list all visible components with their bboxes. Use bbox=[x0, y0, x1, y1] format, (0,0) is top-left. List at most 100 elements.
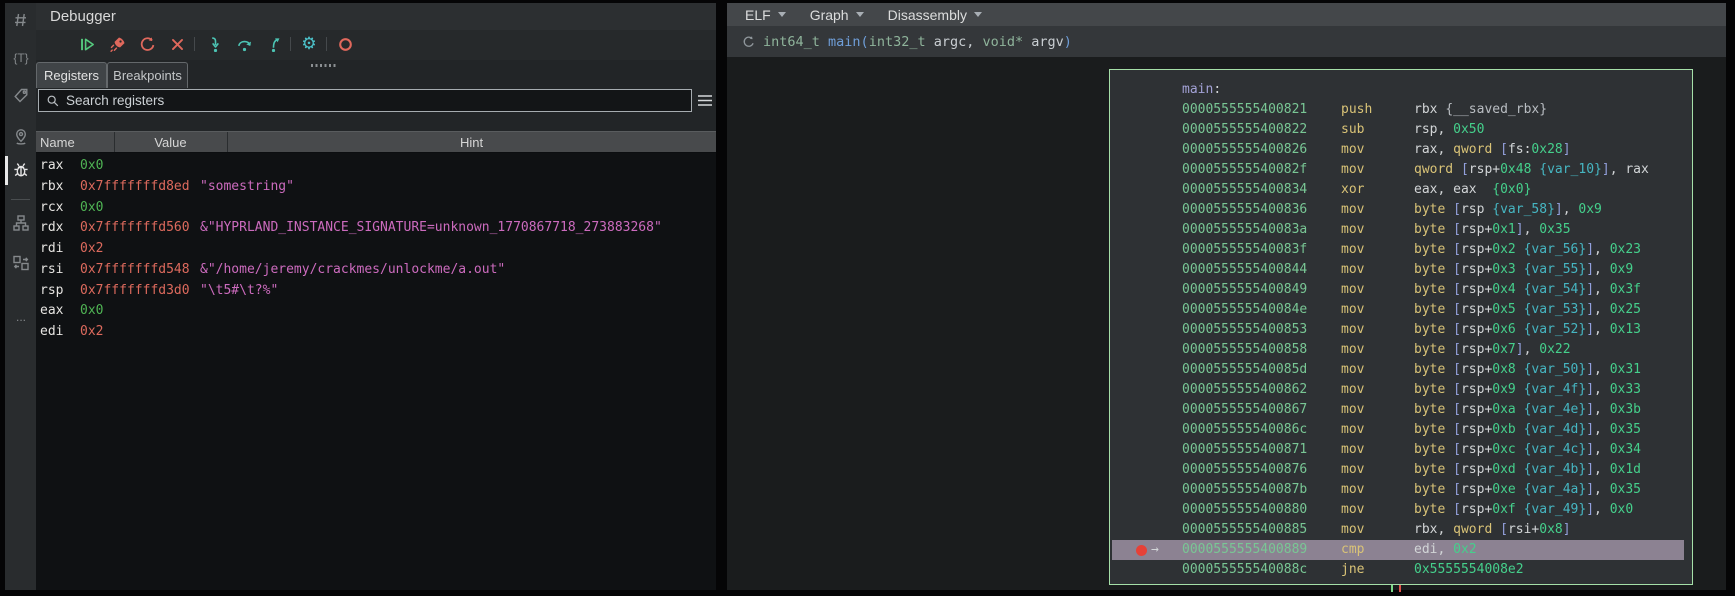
instruction-address: 0000555555400862 bbox=[1182, 380, 1307, 400]
column-divider[interactable] bbox=[227, 132, 228, 152]
block-label[interactable]: main: bbox=[1110, 80, 1692, 100]
instruction-line[interactable]: 000055555540085dmovbyte [rsp+0x8 {var_50… bbox=[1110, 360, 1692, 380]
column-divider[interactable] bbox=[114, 132, 115, 152]
signature-token: int64_t bbox=[763, 34, 828, 50]
step-into-button[interactable] bbox=[206, 35, 224, 53]
instruction-address: 000055555540083a bbox=[1182, 220, 1307, 240]
graph-canvas[interactable]: main:0000555555400821pushrbx {__saved_rb… bbox=[727, 57, 1726, 590]
instruction-line[interactable]: 0000555555400821pushrbx {__saved_rbx} bbox=[1110, 100, 1692, 120]
instruction-address: 0000555555400849 bbox=[1182, 280, 1307, 300]
instruction-address: 0000555555400876 bbox=[1182, 460, 1307, 480]
instruction-line[interactable]: 0000555555400880movbyte [rsp+0xf {var_49… bbox=[1110, 500, 1692, 520]
signature-token: main bbox=[828, 34, 861, 50]
register-row-rax[interactable]: rax0x0 bbox=[36, 155, 716, 176]
register-value[interactable]: 0x7fffffffd548 bbox=[80, 259, 190, 280]
instruction-address: 0000555555400826 bbox=[1182, 140, 1307, 160]
instruction-line[interactable]: 0000555555400836movbyte [rsp {var_58}], … bbox=[1110, 200, 1692, 220]
register-value[interactable]: 0x0 bbox=[80, 300, 103, 321]
register-value[interactable]: 0x0 bbox=[80, 155, 103, 176]
register-value[interactable]: 0x2 bbox=[80, 238, 103, 259]
kill-button[interactable] bbox=[168, 35, 186, 53]
instruction-line[interactable]: 000055555540082fmovqword [rsp+0x48 {var_… bbox=[1110, 160, 1692, 180]
instruction-line[interactable]: 0000555555400826movrax, qword [fs:0x28] bbox=[1110, 140, 1692, 160]
column-header-name[interactable]: Name bbox=[40, 134, 110, 152]
instruction-line[interactable]: 0000555555400849movbyte [rsp+0x4 {var_54… bbox=[1110, 280, 1692, 300]
register-search[interactable]: Search registers bbox=[38, 89, 692, 112]
debugger-bug-icon[interactable] bbox=[10, 159, 32, 181]
cross-references-icon[interactable] bbox=[10, 252, 32, 274]
instruction-line[interactable]: 000055555540083amovbyte [rsp+0x1], 0x35 bbox=[1110, 220, 1692, 240]
register-row-rdx[interactable]: rdx0x7fffffffd560&"HYPRLAND_INSTANCE_SIG… bbox=[36, 217, 716, 238]
instruction-line[interactable]: 000055555540087bmovbyte [rsp+0xe {var_4a… bbox=[1110, 480, 1692, 500]
instruction-operands: rbx, qword [rsi+0x8] bbox=[1414, 520, 1571, 540]
menu-elf[interactable]: ELF bbox=[745, 7, 786, 23]
signature-token: void* bbox=[983, 34, 1032, 50]
column-header-value[interactable]: Value bbox=[114, 134, 227, 152]
instruction-line[interactable]: 0000555555400822subrsp, 0x50 bbox=[1110, 120, 1692, 140]
instruction-line[interactable]: 0000555555400867movbyte [rsp+0xa {var_4e… bbox=[1110, 400, 1692, 420]
memory-map-icon[interactable] bbox=[10, 126, 32, 148]
instruction-line[interactable]: 000055555540088cjne0x5555554008e2 bbox=[1110, 560, 1692, 580]
register-value[interactable]: 0x7fffffffd3d0 bbox=[80, 280, 190, 301]
register-value[interactable]: 0x2 bbox=[80, 321, 103, 342]
register-row-eax[interactable]: eax0x0 bbox=[36, 300, 716, 321]
register-value[interactable]: 0x7fffffffd560 bbox=[80, 217, 190, 238]
menu-label: ELF bbox=[745, 7, 771, 23]
instruction-mnemonic: mov bbox=[1341, 260, 1364, 280]
record-button[interactable] bbox=[336, 35, 354, 53]
splitter-handle-icon[interactable] bbox=[311, 64, 337, 67]
register-name: rbx bbox=[40, 176, 63, 197]
restart-button[interactable] bbox=[138, 35, 156, 53]
hamburger-menu-icon[interactable] bbox=[696, 93, 714, 108]
basic-block-node[interactable]: main:0000555555400821pushrbx {__saved_rb… bbox=[1109, 69, 1693, 585]
mini-graph-icon[interactable] bbox=[10, 212, 32, 234]
instruction-line[interactable]: 0000555555400853movbyte [rsp+0x6 {var_52… bbox=[1110, 320, 1692, 340]
register-hint: &"HYPRLAND_INSTANCE_SIGNATURE=unknown_17… bbox=[200, 217, 662, 238]
instruction-line[interactable]: 0000555555400834xoreax, eax {0x0} bbox=[1110, 180, 1692, 200]
tab-breakpoints[interactable]: Breakpoints bbox=[107, 62, 188, 88]
more-icon[interactable]: ... bbox=[10, 306, 32, 328]
instruction-line[interactable]: →0000555555400889cmpedi, 0x2 bbox=[1110, 540, 1692, 560]
instruction-operands: byte [rsp {var_58}], 0x9 bbox=[1414, 200, 1602, 220]
resume-button[interactable] bbox=[78, 35, 96, 53]
register-row-edi[interactable]: edi0x2 bbox=[36, 321, 716, 342]
instruction-line[interactable]: 0000555555400862movbyte [rsp+0x9 {var_4f… bbox=[1110, 380, 1692, 400]
register-hint: &"/home/jeremy/crackmes/unlockme/a.out" bbox=[200, 259, 505, 280]
breakpoint-icon[interactable] bbox=[1136, 545, 1147, 556]
instruction-line[interactable]: 0000555555400885movrbx, qword [rsi+0x8] bbox=[1110, 520, 1692, 540]
instruction-line[interactable]: 000055555540083fmovbyte [rsp+0x2 {var_56… bbox=[1110, 240, 1692, 260]
instruction-line[interactable]: 0000555555400876movbyte [rsp+0xd {var_4b… bbox=[1110, 460, 1692, 480]
instruction-operands: byte [rsp+0xd {var_4b}], 0x1d bbox=[1414, 460, 1641, 480]
instruction-operands: 0x5555554008e2 bbox=[1414, 560, 1524, 580]
launch-button[interactable] bbox=[108, 35, 126, 53]
tab-registers[interactable]: Registers bbox=[36, 62, 107, 88]
register-value[interactable]: 0x0 bbox=[80, 197, 103, 218]
menu-disassembly[interactable]: Disassembly bbox=[888, 7, 982, 23]
step-return-button[interactable] bbox=[264, 35, 282, 53]
instruction-line[interactable]: 000055555540084emovbyte [rsp+0x5 {var_53… bbox=[1110, 300, 1692, 320]
instruction-line[interactable]: 0000555555400858movbyte [rsp+0x7], 0x22 bbox=[1110, 340, 1692, 360]
register-name: rcx bbox=[40, 197, 63, 218]
register-row-rcx[interactable]: rcx 0x0 bbox=[36, 197, 716, 218]
instruction-line[interactable]: 000055555540086cmovbyte [rsp+0xb {var_4d… bbox=[1110, 420, 1692, 440]
instruction-line[interactable]: 0000555555400871movbyte [rsp+0xc {var_4c… bbox=[1110, 440, 1692, 460]
column-header-hint[interactable]: Hint bbox=[227, 134, 716, 152]
register-value[interactable]: 0x7fffffffd8ed bbox=[80, 176, 190, 197]
settings-button[interactable]: ⚙ bbox=[300, 35, 318, 53]
instruction-operands: byte [rsp+0x1], 0x35 bbox=[1414, 220, 1571, 240]
register-row-rsp[interactable]: rsp0x7fffffffd3d0"\t5#\t?%" bbox=[36, 280, 716, 301]
chevron-down-icon bbox=[856, 12, 864, 17]
hash-icon[interactable] bbox=[10, 9, 32, 31]
instruction-line[interactable]: 0000555555400844movbyte [rsp+0x3 {var_55… bbox=[1110, 260, 1692, 280]
menu-graph[interactable]: Graph bbox=[810, 7, 864, 23]
instruction-operands: byte [rsp+0xb {var_4d}], 0x35 bbox=[1414, 420, 1641, 440]
instruction-mnemonic: mov bbox=[1341, 140, 1364, 160]
types-icon[interactable]: {T} bbox=[10, 47, 32, 69]
step-over-button[interactable] bbox=[235, 35, 253, 53]
instruction-address: 0000555555400885 bbox=[1182, 520, 1307, 540]
tag-icon[interactable] bbox=[10, 85, 32, 107]
instruction-mnemonic: mov bbox=[1341, 400, 1364, 420]
register-row-rdi[interactable]: rdi0x2 bbox=[36, 238, 716, 259]
register-row-rbx[interactable]: rbx0x7fffffffd8ed"somestring" bbox=[36, 176, 716, 197]
register-row-rsi[interactable]: rsi0x7fffffffd548&"/home/jeremy/crackmes… bbox=[36, 259, 716, 280]
